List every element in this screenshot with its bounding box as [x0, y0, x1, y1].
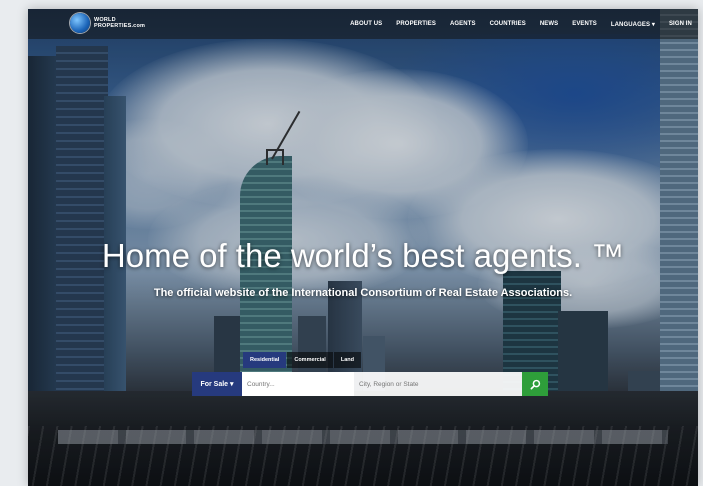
nav-agents[interactable]: AGENTS	[450, 21, 476, 27]
nav-events[interactable]: EVENTS	[572, 21, 597, 27]
search-button[interactable]	[522, 372, 548, 396]
nav-countries[interactable]: COUNTRIES	[490, 21, 526, 27]
main-menu: ABOUT US PROPERTIES AGENTS COUNTRIES NEW…	[336, 9, 692, 39]
nav-languages-dropdown[interactable]: LANGUAGES ▾	[611, 21, 655, 28]
logo-text: WORLD PROPERTIES.com	[94, 17, 145, 29]
tab-commercial[interactable]: Commercial	[287, 352, 333, 368]
search-icon	[530, 379, 540, 389]
hero-headline: Home of the world’s best agents. ™	[101, 237, 625, 274]
hero-tagline: The official website of the Internationa…	[153, 287, 573, 299]
nav-properties[interactable]: PROPERTIES	[396, 21, 436, 27]
city-region-input[interactable]	[354, 372, 522, 396]
page-screenshot-frame: WORLD PROPERTIES.com ABOUT US PROPERTIES…	[28, 9, 698, 486]
nav-sign-in[interactable]: SIGN IN	[669, 21, 692, 27]
property-type-tabs: Residential Commercial Land	[243, 352, 362, 368]
property-search-bar: For Sale ▾	[192, 372, 548, 396]
for-sale-dropdown[interactable]: For Sale ▾	[192, 372, 242, 396]
tab-land[interactable]: Land	[333, 352, 361, 368]
logo-line-2: PROPERTIES.com	[94, 23, 146, 29]
site-logo[interactable]: WORLD PROPERTIES.com	[70, 13, 145, 33]
globe-icon	[70, 13, 90, 33]
nav-about-us[interactable]: ABOUT US	[350, 21, 382, 27]
tab-residential[interactable]: Residential	[243, 352, 287, 368]
nav-news[interactable]: NEWS	[540, 21, 558, 27]
top-navigation: WORLD PROPERTIES.com ABOUT US PROPERTIES…	[28, 9, 698, 39]
country-input[interactable]	[242, 372, 354, 396]
